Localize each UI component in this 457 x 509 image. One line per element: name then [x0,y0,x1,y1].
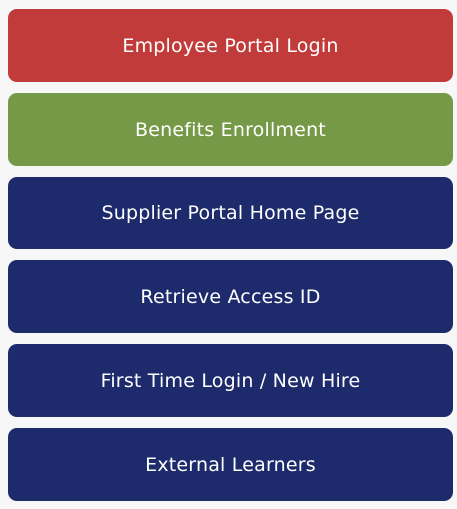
external-learners-button[interactable]: External Learners [8,428,453,501]
first-time-login-new-hire-button[interactable]: First Time Login / New Hire [8,344,453,417]
supplier-portal-home-page-button[interactable]: Supplier Portal Home Page [8,177,453,249]
portal-link-menu: Employee Portal Login Benefits Enrollmen… [0,0,457,509]
retrieve-access-id-button[interactable]: Retrieve Access ID [8,260,453,333]
employee-portal-login-button[interactable]: Employee Portal Login [8,9,453,82]
benefits-enrollment-button[interactable]: Benefits Enrollment [8,93,453,166]
